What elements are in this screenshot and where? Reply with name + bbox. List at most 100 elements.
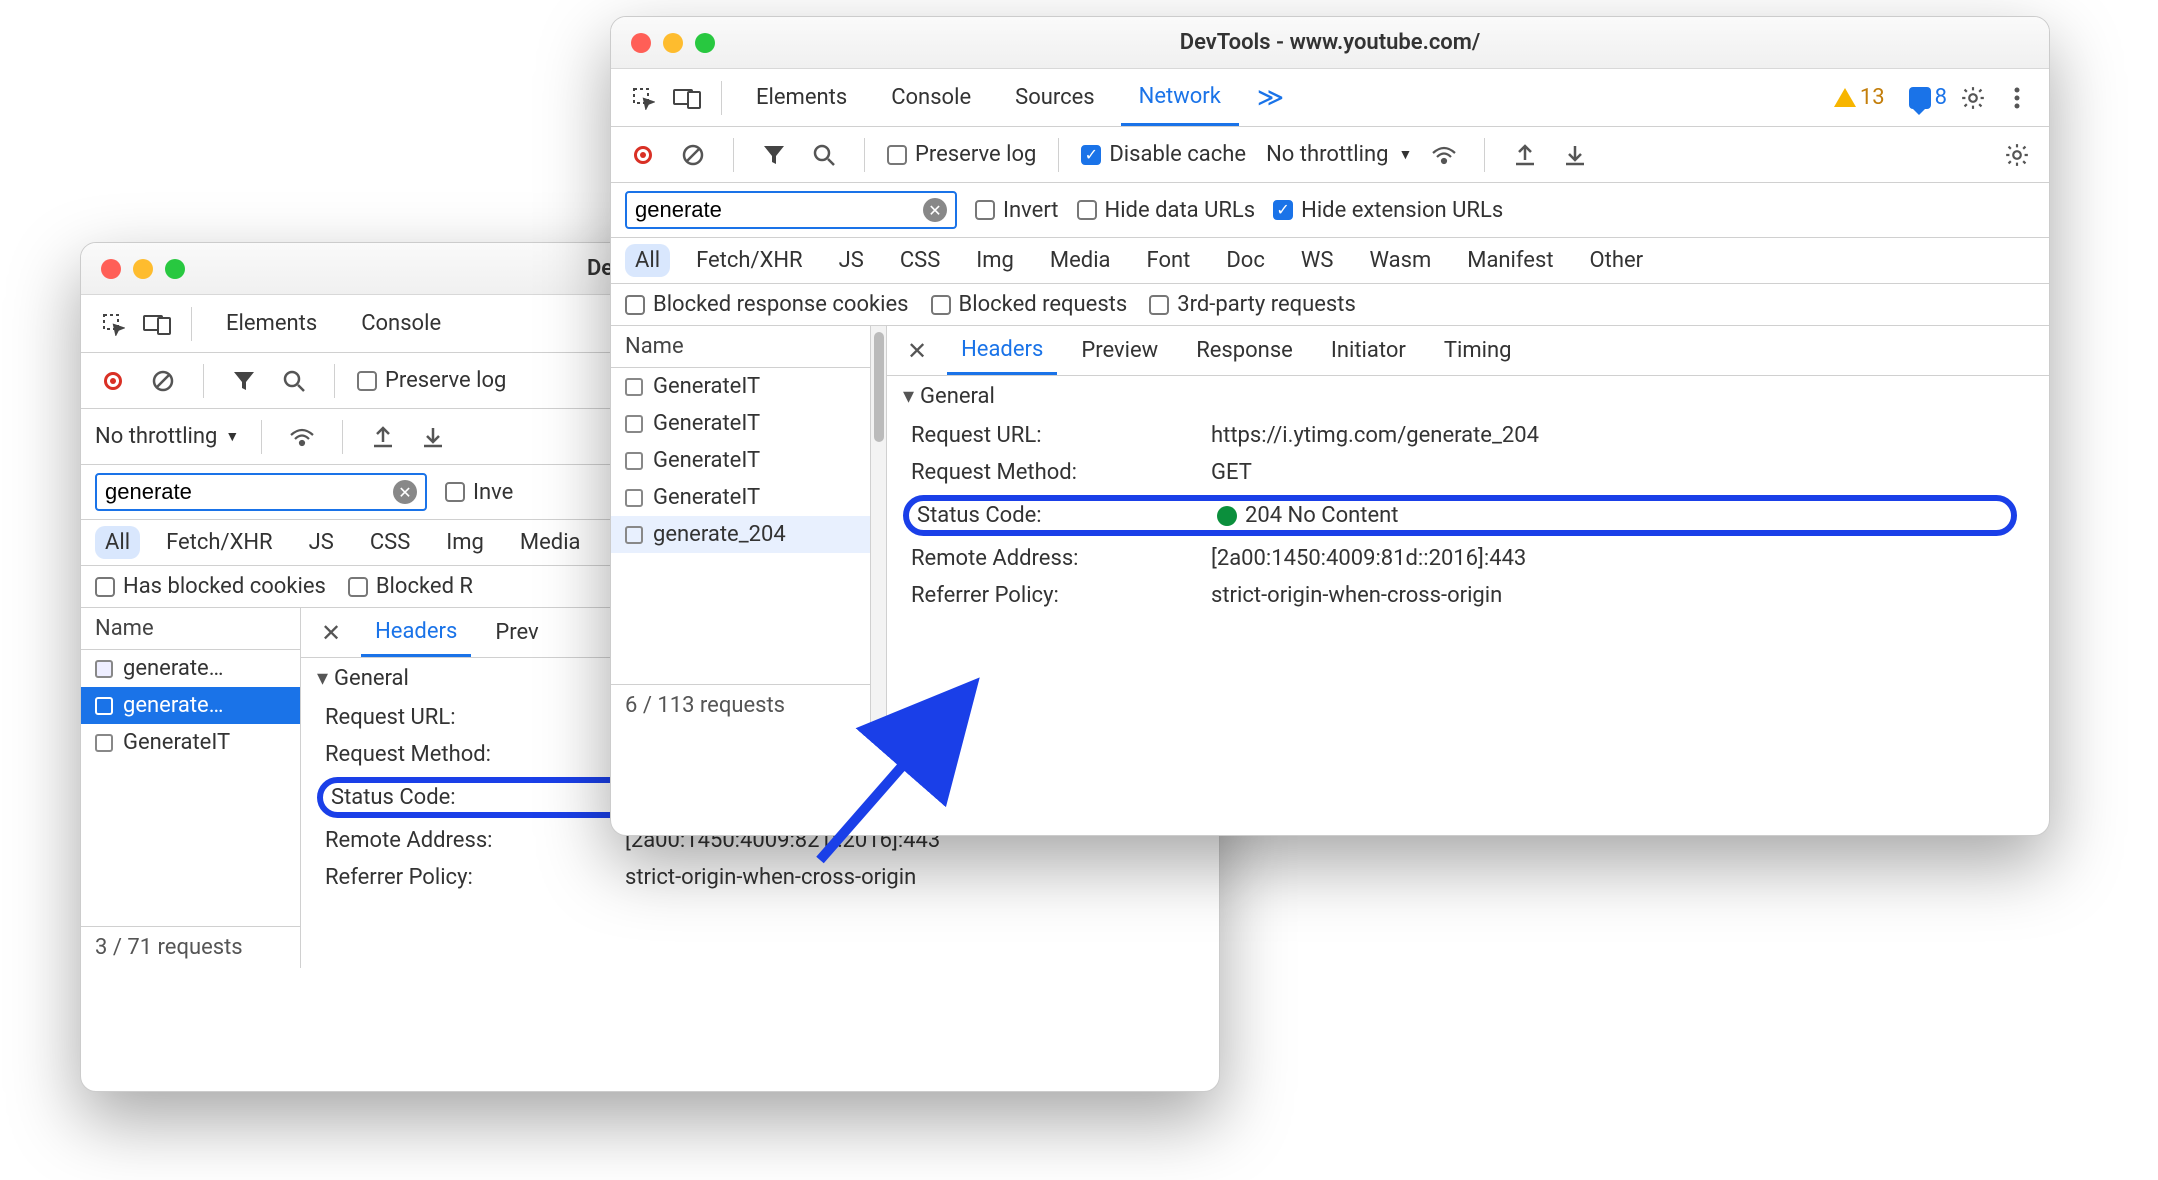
scrollbar[interactable] [871,326,887,726]
tab-elements[interactable]: Elements [208,295,335,352]
request-row[interactable]: GenerateIT [611,479,870,516]
detail-tab-headers[interactable]: Headers [361,608,471,657]
close-detail-button[interactable]: ✕ [897,337,937,365]
blocked-cookies-checkbox[interactable]: Blocked response cookies [625,292,909,317]
maximize-window-button[interactable] [695,33,715,53]
kv-request-method: Request Method:GET [887,454,2049,491]
record-button[interactable] [625,137,661,173]
clear-filter-icon[interactable]: ✕ [393,480,417,504]
type-media[interactable]: Media [1040,244,1121,277]
minimize-window-button[interactable] [663,33,683,53]
settings-icon[interactable] [1955,80,1991,116]
resource-type-filter: All Fetch/XHR JS CSS Img Media Font Doc … [611,238,2049,284]
request-row-highlighted[interactable]: generate_204 [611,516,870,553]
wifi-icon[interactable] [1426,137,1462,173]
name-column-header[interactable]: Name [81,608,300,650]
kv-remote-address: Remote Address:[2a00:1450:4009:81d::2016… [887,540,2049,577]
type-js[interactable]: JS [829,244,874,277]
filter-icon[interactable] [226,363,262,399]
detail-tab-timing[interactable]: Timing [1430,326,1526,375]
request-row[interactable]: generate… [81,650,300,687]
titlebar: DevTools - www.youtube.com/ [611,17,2049,69]
type-img[interactable]: Img [966,244,1024,277]
request-row[interactable]: GenerateIT [81,724,300,761]
close-window-button[interactable] [101,259,121,279]
blocked-cookies-checkbox[interactable]: Has blocked cookies [95,574,326,599]
detail-tab-response[interactable]: Response [1182,326,1307,375]
close-window-button[interactable] [631,33,651,53]
search-icon[interactable] [806,137,842,173]
type-js[interactable]: JS [299,526,344,559]
type-wasm[interactable]: Wasm [1359,244,1441,277]
request-row-selected[interactable]: generate… [81,687,300,724]
request-row[interactable]: GenerateIT [611,405,870,442]
tab-network[interactable]: Network [1121,69,1239,126]
type-css[interactable]: CSS [890,244,950,277]
blocked-requests-checkbox[interactable]: Blocked requests [931,292,1128,317]
hide-data-urls-checkbox[interactable]: Hide data URLs [1077,198,1256,223]
general-section[interactable]: General [887,376,2049,417]
upload-icon[interactable] [1507,137,1543,173]
filter-input-field[interactable] [635,197,923,223]
hide-extension-urls-checkbox[interactable]: ✓Hide extension URLs [1273,198,1503,223]
upload-icon[interactable] [365,419,401,455]
filter-input[interactable]: ✕ [625,191,957,229]
clear-filter-icon[interactable]: ✕ [923,198,947,222]
wifi-icon[interactable] [284,419,320,455]
clear-button[interactable] [675,137,711,173]
type-fetch[interactable]: Fetch/XHR [156,526,283,559]
request-row[interactable]: GenerateIT [611,368,870,405]
throttling-select[interactable]: No throttling▼ [1266,142,1412,167]
type-doc[interactable]: Doc [1216,244,1275,277]
record-button[interactable] [95,363,131,399]
maximize-window-button[interactable] [165,259,185,279]
tab-console[interactable]: Console [343,295,459,352]
preserve-log-checkbox[interactable]: Preserve log [357,368,506,393]
type-ws[interactable]: WS [1291,244,1344,277]
tab-elements[interactable]: Elements [738,69,865,126]
tab-sources[interactable]: Sources [997,69,1113,126]
search-icon[interactable] [276,363,312,399]
type-fetch[interactable]: Fetch/XHR [686,244,813,277]
minimize-window-button[interactable] [133,259,153,279]
close-detail-button[interactable]: ✕ [311,619,351,647]
filter-icon[interactable] [756,137,792,173]
kebab-menu-icon[interactable] [1999,80,2035,116]
download-icon[interactable] [415,419,451,455]
type-img[interactable]: Img [436,526,494,559]
disable-cache-checkbox[interactable]: ✓Disable cache [1081,142,1246,167]
third-party-checkbox[interactable]: 3rd-party requests [1149,292,1356,317]
device-icon[interactable] [139,306,175,342]
type-css[interactable]: CSS [360,526,420,559]
throttling-select[interactable]: No throttling▼ [95,424,239,449]
type-font[interactable]: Font [1137,244,1201,277]
inspect-icon[interactable] [95,306,131,342]
tab-console[interactable]: Console [873,69,989,126]
detail-tab-initiator[interactable]: Initiator [1317,326,1420,375]
request-row[interactable]: GenerateIT [611,442,870,479]
detail-tab-headers[interactable]: Headers [947,326,1057,375]
clear-button[interactable] [145,363,181,399]
type-manifest[interactable]: Manifest [1457,244,1563,277]
download-icon[interactable] [1557,137,1593,173]
filter-input-field[interactable] [105,479,393,505]
blocked-requests-checkbox[interactable]: Blocked R [348,574,473,599]
invert-checkbox[interactable]: Inve [445,480,513,505]
name-column-header[interactable]: Name [611,326,870,368]
info-badge[interactable]: 8 [1909,85,1947,110]
device-icon[interactable] [669,80,705,116]
type-other[interactable]: Other [1580,244,1654,277]
type-media[interactable]: Media [510,526,591,559]
inspect-icon[interactable] [625,80,661,116]
warnings-badge[interactable]: 13 [1834,85,1885,110]
network-settings-icon[interactable] [1999,137,2035,173]
window-title: DevTools - www.youtube.com/ [611,30,2049,55]
type-all[interactable]: All [625,244,670,277]
detail-tab-preview[interactable]: Preview [1067,326,1172,375]
detail-tab-preview[interactable]: Prev [481,608,552,657]
type-all[interactable]: All [95,526,140,559]
filter-input[interactable]: ✕ [95,473,427,511]
more-tabs-button[interactable]: ≫ [1247,83,1294,113]
preserve-log-checkbox[interactable]: Preserve log [887,142,1036,167]
invert-checkbox[interactable]: Invert [975,198,1059,223]
